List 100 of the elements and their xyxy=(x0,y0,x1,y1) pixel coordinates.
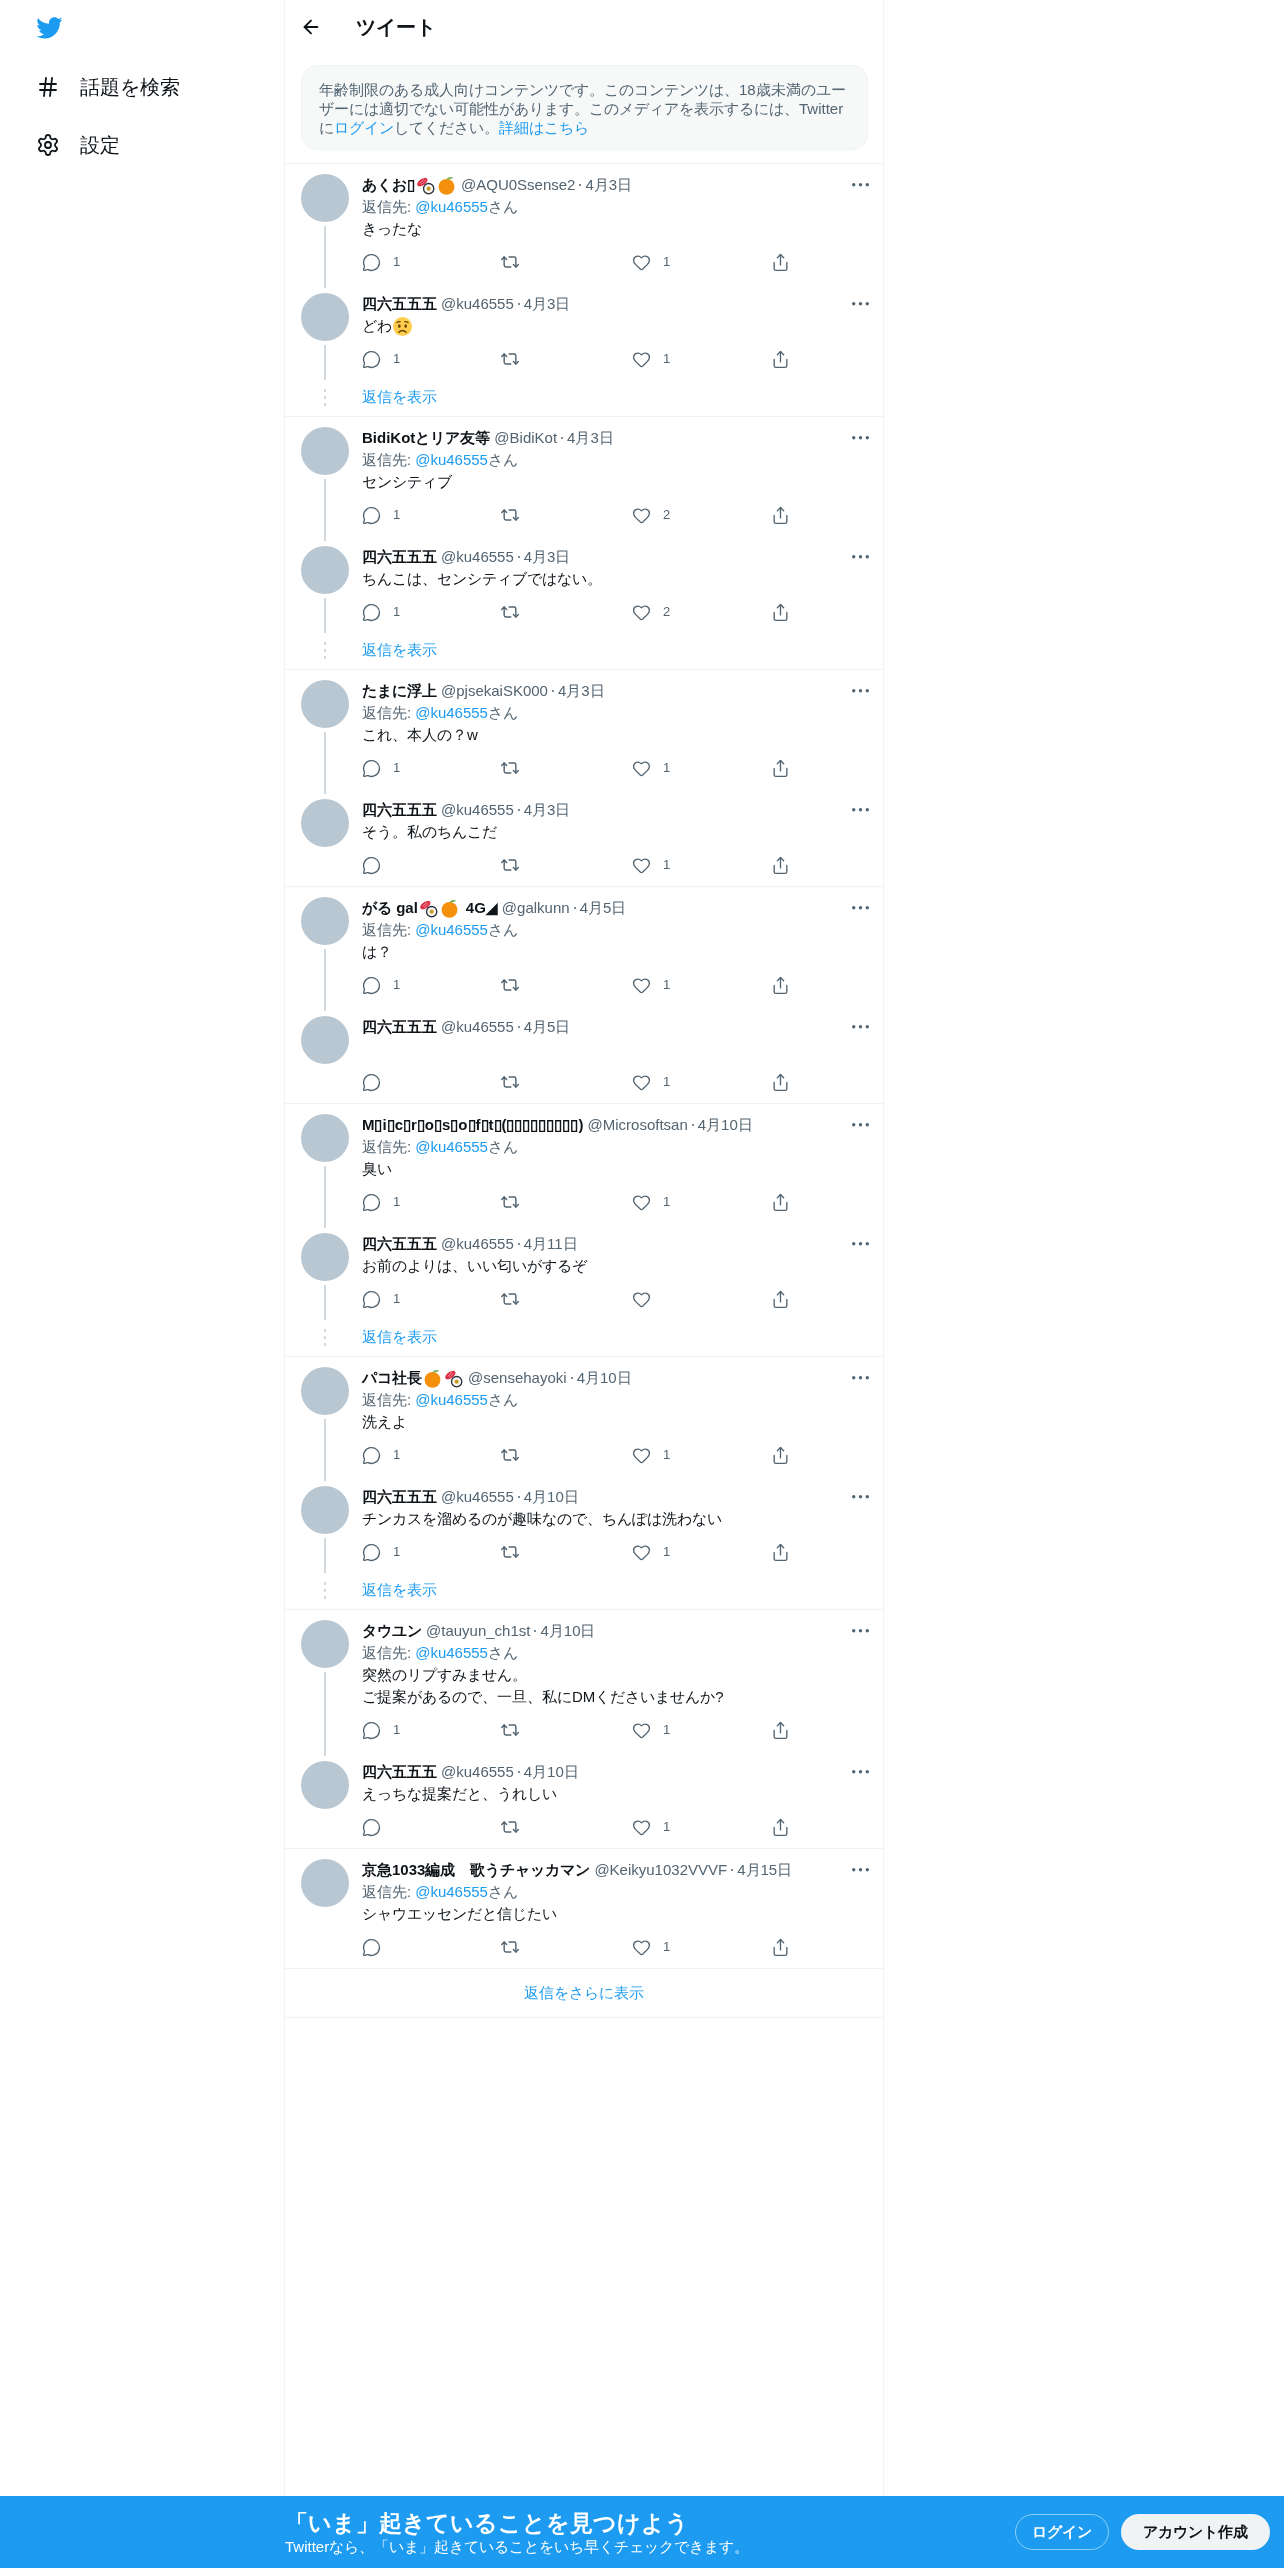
share-button[interactable] xyxy=(771,1817,790,1837)
tweet-date[interactable]: 4月15日 xyxy=(737,1859,793,1881)
tweet-date[interactable]: 4月10日 xyxy=(540,1620,596,1642)
like-button[interactable]: 1 xyxy=(632,758,671,778)
share-button[interactable] xyxy=(771,1542,790,1562)
user-handle[interactable]: @ku46555 xyxy=(441,546,514,568)
reply-button[interactable]: 1 xyxy=(362,349,401,369)
tweet-date[interactable]: 4月3日 xyxy=(557,680,605,702)
tweet-date[interactable]: 4月10日 xyxy=(697,1114,753,1136)
user-name[interactable]: 四六五五五 xyxy=(362,1761,437,1783)
reply-button[interactable] xyxy=(362,1817,381,1837)
share-button[interactable] xyxy=(771,1937,790,1957)
ellipsis-icon[interactable] xyxy=(852,1495,869,1499)
user-handle[interactable]: @pjsekaiSK000 xyxy=(441,680,548,702)
ellipsis-icon[interactable] xyxy=(852,555,869,559)
reply-button[interactable]: 1 xyxy=(362,1289,401,1309)
sidebar-item[interactable]: 話題を検索 xyxy=(35,58,180,116)
user-name[interactable]: 京急1033編成 歌うチャッカマン xyxy=(362,1859,591,1881)
like-button[interactable]: 1 xyxy=(632,1542,671,1562)
like-button[interactable] xyxy=(632,1289,651,1309)
reply-button[interactable]: 1 xyxy=(362,1445,401,1465)
reply-button[interactable] xyxy=(362,1072,381,1092)
user-name[interactable]: 四六五五五 xyxy=(362,799,437,821)
user-handle[interactable]: @BidiKot xyxy=(494,427,558,449)
user-handle[interactable]: @ku46555 xyxy=(441,293,514,315)
user-name[interactable]: タウユン xyxy=(362,1620,422,1642)
user-handle[interactable]: @Microsoftsan xyxy=(587,1114,688,1136)
share-button[interactable] xyxy=(771,1289,790,1309)
ellipsis-icon[interactable] xyxy=(852,1376,869,1380)
tweet-date[interactable]: 4月5日 xyxy=(523,1016,571,1038)
ellipsis-icon[interactable] xyxy=(852,689,869,693)
user-handle[interactable]: @ku46555 xyxy=(441,1486,514,1508)
user-handle[interactable]: @galkunn xyxy=(501,897,570,919)
reply-button[interactable]: 1 xyxy=(362,758,401,778)
like-button[interactable]: 1 xyxy=(632,975,671,995)
user-name[interactable]: BidiKotとリア友等 xyxy=(362,427,491,449)
user-name[interactable]: 4G◢ xyxy=(465,897,498,919)
share-button[interactable] xyxy=(771,1720,790,1740)
user-handle[interactable]: @Keikyu1032VVVF xyxy=(594,1859,728,1881)
reply-button[interactable] xyxy=(362,855,381,875)
like-button[interactable]: 1 xyxy=(632,1072,671,1092)
user-name[interactable]: 四六五五五 xyxy=(362,1233,437,1255)
like-button[interactable]: 1 xyxy=(632,252,671,272)
share-button[interactable] xyxy=(771,349,790,369)
reply-button[interactable]: 1 xyxy=(362,1720,401,1740)
like-button[interactable]: 2 xyxy=(632,505,671,525)
tweet-date[interactable]: 4月10日 xyxy=(576,1367,632,1389)
user-handle[interactable]: @ku46555 xyxy=(441,1761,514,1783)
ellipsis-icon[interactable] xyxy=(852,302,869,306)
share-button[interactable] xyxy=(771,855,790,875)
share-button[interactable] xyxy=(771,1445,790,1465)
user-name[interactable]: 四六五五五 xyxy=(362,546,437,568)
user-handle[interactable]: @AQU0Ssense2 xyxy=(461,174,576,196)
like-button[interactable]: 1 xyxy=(632,855,671,875)
reply-button[interactable]: 1 xyxy=(362,1192,401,1212)
user-name[interactable]: あくお▯ xyxy=(362,174,415,196)
ellipsis-icon[interactable] xyxy=(852,1242,869,1246)
user-name[interactable]: M▯i▯c▯r▯o▯s▯o▯f▯t▯(▯▯▯▯▯▯▯▯▯) xyxy=(362,1114,584,1136)
ellipsis-icon[interactable] xyxy=(852,436,869,440)
ellipsis-icon[interactable] xyxy=(852,1868,869,1872)
user-name[interactable]: 四六五五五 xyxy=(362,1016,437,1038)
user-handle[interactable]: @sensehayoki xyxy=(468,1367,567,1389)
user-name[interactable]: がる gal xyxy=(362,897,418,919)
like-button[interactable]: 1 xyxy=(632,1937,671,1957)
user-handle[interactable]: @tauyun_ch1st xyxy=(426,1620,531,1642)
reply-button[interactable]: 1 xyxy=(362,975,401,995)
reply-button[interactable]: 1 xyxy=(362,505,401,525)
share-button[interactable] xyxy=(771,505,790,525)
share-button[interactable] xyxy=(771,758,790,778)
tweet-date[interactable]: 4月5日 xyxy=(579,897,627,919)
user-handle[interactable]: @ku46555 xyxy=(441,799,514,821)
share-button[interactable] xyxy=(771,1192,790,1212)
share-button[interactable] xyxy=(771,1072,790,1092)
like-button[interactable]: 1 xyxy=(632,1445,671,1465)
user-name[interactable]: 四六五五五 xyxy=(362,293,437,315)
tweet-date[interactable]: 4月3日 xyxy=(585,174,633,196)
signup-button[interactable]: アカウント作成 xyxy=(1121,2514,1270,2550)
like-button[interactable]: 1 xyxy=(632,349,671,369)
reply-button[interactable] xyxy=(362,1937,381,1957)
bird-logo-icon[interactable] xyxy=(35,17,63,39)
user-name[interactable]: たまに浮上 xyxy=(362,680,437,702)
share-button[interactable] xyxy=(771,602,790,622)
reply-button[interactable]: 1 xyxy=(362,252,401,272)
sidebar-item[interactable]: 設定 xyxy=(35,116,120,174)
tweet-date[interactable]: 4月3日 xyxy=(523,799,571,821)
tweet-date[interactable]: 4月3日 xyxy=(523,546,571,568)
ellipsis-icon[interactable] xyxy=(852,1629,869,1633)
like-button[interactable]: 1 xyxy=(632,1720,671,1740)
ellipsis-icon[interactable] xyxy=(852,808,869,812)
ellipsis-icon[interactable] xyxy=(852,906,869,910)
tweet-date[interactable]: 4月10日 xyxy=(523,1486,579,1508)
reply-button[interactable]: 1 xyxy=(362,1542,401,1562)
ellipsis-icon[interactable] xyxy=(852,1123,869,1127)
ellipsis-icon[interactable] xyxy=(852,1025,869,1029)
ellipsis-icon[interactable] xyxy=(852,1770,869,1774)
tweet-date[interactable]: 4月10日 xyxy=(523,1761,579,1783)
share-button[interactable] xyxy=(771,252,790,272)
user-name[interactable]: パコ社長 xyxy=(362,1367,422,1389)
tweet-date[interactable]: 4月3日 xyxy=(523,293,571,315)
like-button[interactable]: 1 xyxy=(632,1817,671,1837)
